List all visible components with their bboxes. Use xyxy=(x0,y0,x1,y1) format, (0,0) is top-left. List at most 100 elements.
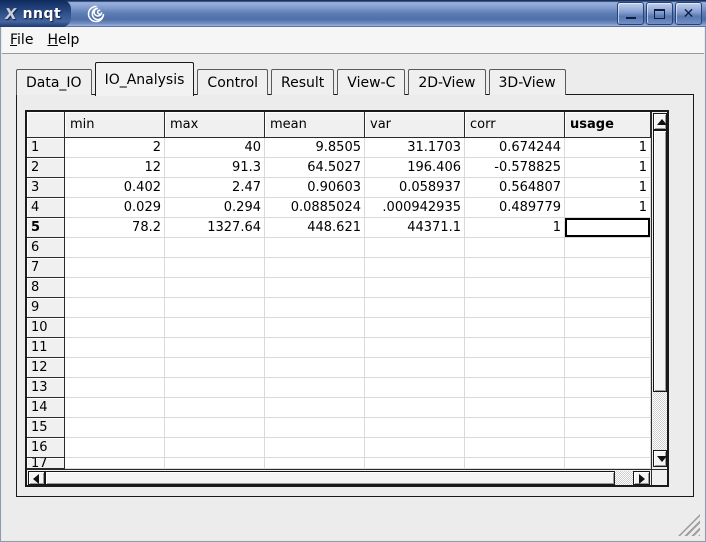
cell-r10-var[interactable] xyxy=(365,318,465,338)
cell-r5-min[interactable]: 78.2 xyxy=(65,218,165,238)
cell-r11-max[interactable] xyxy=(165,338,265,358)
cell-r13-mean[interactable] xyxy=(265,378,365,398)
scroll-left-button[interactable] xyxy=(28,471,45,485)
cell-r15-mean[interactable] xyxy=(265,418,365,438)
column-header-corr[interactable]: corr xyxy=(465,112,565,138)
cell-r11-corr[interactable] xyxy=(465,338,565,358)
cell-r7-corr[interactable] xyxy=(465,258,565,278)
cell-r7-var[interactable] xyxy=(365,258,465,278)
cell-r11-var[interactable] xyxy=(365,338,465,358)
cell-r13-usage[interactable] xyxy=(565,378,651,398)
cell-r14-usage[interactable] xyxy=(565,398,651,418)
cell-r16-var[interactable] xyxy=(365,438,465,458)
tab-3d-view[interactable]: 3D-View xyxy=(489,69,566,95)
tab-view-c[interactable]: View-C xyxy=(337,69,405,95)
cell-r15-min[interactable] xyxy=(65,418,165,438)
cell-r2-var[interactable]: 196.406 xyxy=(365,158,465,178)
cell-r16-usage[interactable] xyxy=(565,438,651,458)
cell-r1-var[interactable]: 31.1703 xyxy=(365,138,465,158)
row-header-17[interactable]: 17 xyxy=(27,458,65,469)
cell-r13-max[interactable] xyxy=(165,378,265,398)
cell-r14-corr[interactable] xyxy=(465,398,565,418)
cell-r5-corr[interactable]: 1 xyxy=(465,218,565,238)
vertical-scrollbar-trough[interactable] xyxy=(653,392,667,450)
row-header-3[interactable]: 3 xyxy=(27,178,65,198)
cell-r5-var[interactable]: 44371.1 xyxy=(365,218,465,238)
swirl-icon[interactable] xyxy=(85,3,107,25)
column-header-var[interactable]: var xyxy=(365,112,465,138)
cell-r15-max[interactable] xyxy=(165,418,265,438)
cell-r9-usage[interactable] xyxy=(565,298,651,318)
cell-r2-max[interactable]: 91.3 xyxy=(165,158,265,178)
cell-r3-min[interactable]: 0.402 xyxy=(65,178,165,198)
cell-r15-var[interactable] xyxy=(365,418,465,438)
column-header-min[interactable]: min xyxy=(65,112,165,138)
scroll-right-button[interactable] xyxy=(633,471,650,485)
maximize-button[interactable] xyxy=(646,2,673,25)
cell-r1-usage[interactable]: 1 xyxy=(565,138,651,158)
cell-r8-corr[interactable] xyxy=(465,278,565,298)
menu-help[interactable]: Help xyxy=(47,32,79,48)
cell-r13-corr[interactable] xyxy=(465,378,565,398)
cell-r8-mean[interactable] xyxy=(265,278,365,298)
cell-r8-max[interactable] xyxy=(165,278,265,298)
cell-r9-mean[interactable] xyxy=(265,298,365,318)
vertical-scrollbar[interactable] xyxy=(651,112,667,469)
cell-r12-corr[interactable] xyxy=(465,358,565,378)
cell-r4-usage[interactable]: 1 xyxy=(565,198,651,218)
cell-r7-usage[interactable] xyxy=(565,258,651,278)
cell-r5-usage[interactable] xyxy=(565,218,651,238)
cell-r8-var[interactable] xyxy=(365,278,465,298)
cell-r16-min[interactable] xyxy=(65,438,165,458)
row-header-14[interactable]: 14 xyxy=(27,398,65,418)
cell-r3-var[interactable]: 0.058937 xyxy=(365,178,465,198)
cell-r5-max[interactable]: 1327.64 xyxy=(165,218,265,238)
cell-r12-mean[interactable] xyxy=(265,358,365,378)
tab-result[interactable]: Result xyxy=(271,69,334,95)
row-header-11[interactable]: 11 xyxy=(27,338,65,358)
cell-r12-usage[interactable] xyxy=(565,358,651,378)
cell-r6-usage[interactable] xyxy=(565,238,651,258)
cell-r6-var[interactable] xyxy=(365,238,465,258)
cell-r10-corr[interactable] xyxy=(465,318,565,338)
menu-file[interactable]: File xyxy=(10,32,33,48)
cell-r1-mean[interactable]: 9.8505 xyxy=(265,138,365,158)
row-header-13[interactable]: 13 xyxy=(27,378,65,398)
cell-r6-min[interactable] xyxy=(65,238,165,258)
cell-r6-corr[interactable] xyxy=(465,238,565,258)
cell-r13-min[interactable] xyxy=(65,378,165,398)
cell-r11-usage[interactable] xyxy=(565,338,651,358)
cell-r12-max[interactable] xyxy=(165,358,265,378)
cell-r15-corr[interactable] xyxy=(465,418,565,438)
cell-r2-corr[interactable]: -0.578825 xyxy=(465,158,565,178)
cell-r14-min[interactable] xyxy=(65,398,165,418)
cell-r9-var[interactable] xyxy=(365,298,465,318)
cell-r11-min[interactable] xyxy=(65,338,165,358)
row-header-12[interactable]: 12 xyxy=(27,358,65,378)
cell-r1-corr[interactable]: 0.674244 xyxy=(465,138,565,158)
cell-r7-min[interactable] xyxy=(65,258,165,278)
close-button[interactable]: ✕ xyxy=(675,2,702,25)
row-header-4[interactable]: 4 xyxy=(27,198,65,218)
cell-r4-min[interactable]: 0.029 xyxy=(65,198,165,218)
cell-r8-min[interactable] xyxy=(65,278,165,298)
cell-r5-mean[interactable]: 448.621 xyxy=(265,218,365,238)
title-bar[interactable]: X nnqt ✕ xyxy=(0,0,706,27)
cell-r17-corr[interactable] xyxy=(465,458,565,469)
cell-r8-usage[interactable] xyxy=(565,278,651,298)
column-header-max[interactable]: max xyxy=(165,112,265,138)
cell-r17-min[interactable] xyxy=(65,458,165,469)
cell-r10-max[interactable] xyxy=(165,318,265,338)
cell-r13-var[interactable] xyxy=(365,378,465,398)
row-header-1[interactable]: 1 xyxy=(27,138,65,158)
scroll-down-button[interactable] xyxy=(653,450,667,467)
tab-control[interactable]: Control xyxy=(197,69,268,95)
tab-2d-view[interactable]: 2D-View xyxy=(408,69,485,95)
cell-r6-max[interactable] xyxy=(165,238,265,258)
tab-data_io[interactable]: Data_IO xyxy=(16,69,92,95)
row-header-2[interactable]: 2 xyxy=(27,158,65,178)
cell-r16-max[interactable] xyxy=(165,438,265,458)
cell-r14-mean[interactable] xyxy=(265,398,365,418)
cell-r7-mean[interactable] xyxy=(265,258,365,278)
cell-r4-mean[interactable]: 0.0885024 xyxy=(265,198,365,218)
